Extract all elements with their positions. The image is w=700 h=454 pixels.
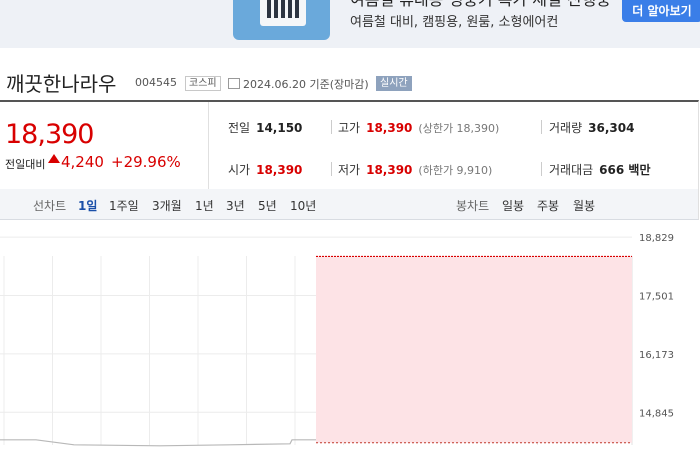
price-area bbox=[316, 256, 632, 443]
cooler-device-icon bbox=[260, 0, 306, 26]
prev-close-cell: 전일 14,150 bbox=[228, 119, 302, 136]
current-price-box: 18,390 전일대비 4,240 +29.96% bbox=[0, 102, 209, 190]
stock-header: 깨끗한나라우 004545 코스피 2024.06.20 기준(장마감) 실시간 bbox=[0, 48, 700, 100]
tab-weekly[interactable]: 주봉 bbox=[537, 197, 559, 214]
high-label: 고가 bbox=[338, 121, 361, 135]
tab-5y[interactable]: 5년 bbox=[258, 197, 277, 214]
low-cell: 저가 18,390 (하한가 9,910) bbox=[338, 161, 492, 178]
ad-learn-more-button[interactable]: 더 알아보기 bbox=[622, 0, 700, 22]
price-date: 2024.06.20 기준(장마감) bbox=[243, 78, 369, 91]
y-tick-label: 14,845 bbox=[639, 408, 674, 419]
prev-close-value: 14,150 bbox=[256, 121, 303, 135]
previous-day-line bbox=[0, 439, 316, 447]
tab-daily[interactable]: 일봉 bbox=[502, 197, 524, 214]
tab-3m[interactable]: 3개월 bbox=[152, 197, 182, 214]
realtime-button[interactable]: 실시간 bbox=[376, 76, 412, 91]
tab-1w[interactable]: 1주일 bbox=[109, 197, 139, 214]
ad-banner[interactable]: 여름철 휴대용 냉풍기 특가 세일 진행중 여름철 대비, 캠핑용, 원룸, 소… bbox=[0, 0, 700, 48]
candle-chart-label: 봉차트 bbox=[456, 199, 490, 213]
price-info-panel: 18,390 전일대비 4,240 +29.96% 전일 14,150 고가 18,… bbox=[0, 100, 699, 191]
stock-name: 깨끗한나라우 bbox=[6, 72, 117, 96]
y-tick-label: 18,829 bbox=[639, 233, 674, 244]
change-value: 4,240 bbox=[61, 153, 104, 171]
market-badge: 코스피 bbox=[185, 76, 221, 91]
chart-tab-bar: 선차트 1일 1주일 3개월 1년 3년 5년 10년 봉차트 일봉 주봉 월봉 bbox=[0, 189, 699, 220]
high-value: 18,390 bbox=[366, 121, 413, 135]
current-price: 18,390 bbox=[5, 119, 94, 150]
change-label: 전일대비 bbox=[5, 158, 46, 171]
ad-product-image[interactable] bbox=[233, 0, 330, 40]
amount-label: 거래대금 bbox=[549, 163, 594, 177]
amount-value: 666 백만 bbox=[599, 163, 651, 177]
amount-cell: 거래대금 666 백만 bbox=[549, 161, 650, 178]
ad-title[interactable]: 여름철 휴대용 냉풍기 특가 세일 진행중 bbox=[350, 0, 611, 10]
up-arrow-icon bbox=[48, 154, 60, 163]
low-label: 저가 bbox=[338, 163, 361, 177]
prev-close-label: 전일 bbox=[228, 121, 251, 135]
low-value: 18,390 bbox=[366, 163, 413, 177]
y-tick-label: 16,173 bbox=[639, 350, 674, 361]
high-cell: 고가 18,390 (상한가 18,390) bbox=[338, 119, 499, 136]
ad-subtitle[interactable]: 여름철 대비, 캠핑용, 원룸, 소형에어컨 bbox=[350, 11, 558, 30]
volume-label: 거래량 bbox=[549, 121, 583, 135]
tab-3y[interactable]: 3년 bbox=[226, 197, 245, 214]
tab-1y[interactable]: 1년 bbox=[195, 197, 214, 214]
tab-monthly[interactable]: 월봉 bbox=[573, 197, 595, 214]
stock-code: 004545 bbox=[135, 76, 177, 89]
open-cell: 시가 18,390 bbox=[228, 161, 302, 178]
volume-value: 36,304 bbox=[588, 121, 635, 135]
price-chart-svg: 18,829 17,501 16,173 14,845 bbox=[0, 233, 674, 447]
tab-10y[interactable]: 10년 bbox=[290, 197, 316, 214]
lower-limit: (하한가 9,910) bbox=[418, 164, 493, 177]
open-value: 18,390 bbox=[256, 163, 303, 177]
change-rate: +29.96% bbox=[111, 153, 181, 171]
open-label: 시가 bbox=[228, 163, 251, 177]
tab-1d[interactable]: 1일 bbox=[78, 197, 97, 214]
calendar-icon bbox=[228, 78, 240, 89]
upper-limit: (상한가 18,390) bbox=[418, 122, 500, 135]
line-chart-label: 선차트 bbox=[33, 199, 67, 213]
y-tick-label: 17,501 bbox=[639, 291, 674, 302]
volume-cell: 거래량 36,304 bbox=[549, 119, 634, 136]
price-chart[interactable]: 18,829 17,501 16,173 14,845 bbox=[0, 220, 700, 450]
